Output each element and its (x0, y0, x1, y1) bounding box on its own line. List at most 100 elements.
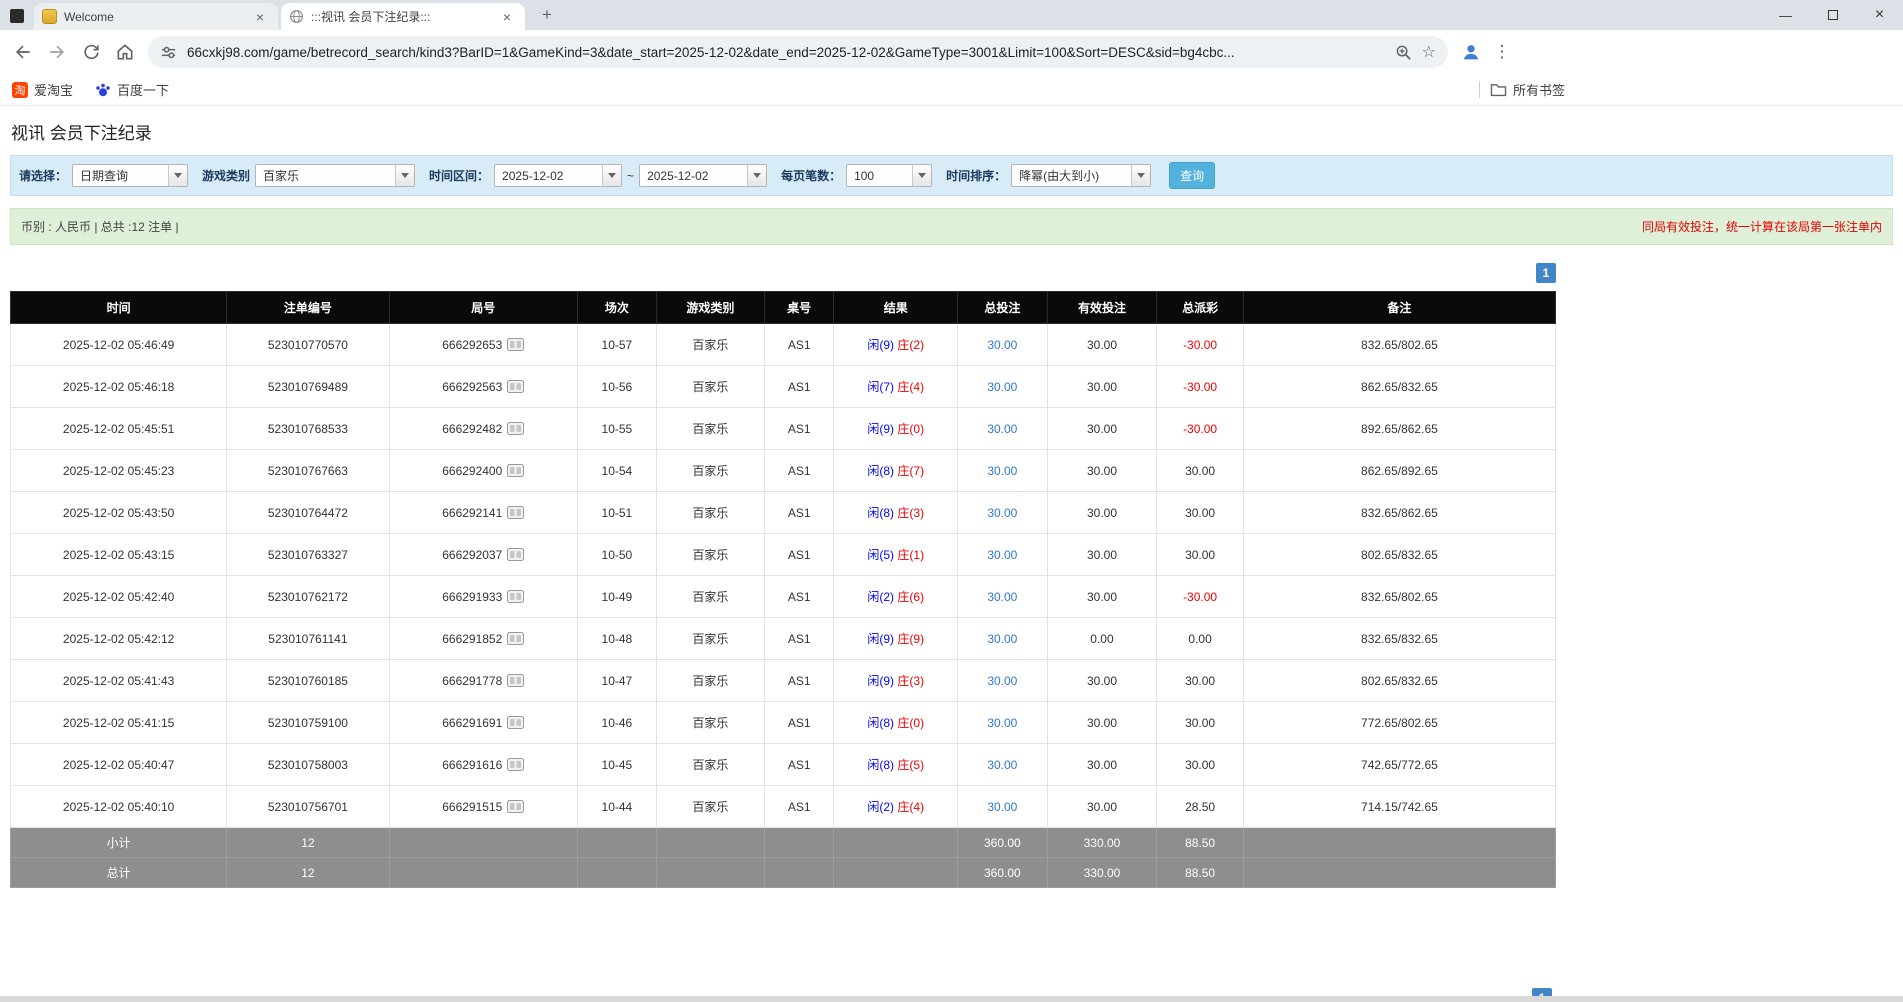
cell-total-bet[interactable]: 30.00 (958, 534, 1048, 576)
round-detail-icon[interactable] (507, 632, 524, 645)
cell-table: AS1 (764, 576, 834, 618)
all-bookmarks-label: 所有书签 (1513, 80, 1565, 99)
cell-total-bet[interactable]: 30.00 (958, 786, 1048, 828)
back-icon[interactable] (6, 35, 40, 69)
cell-bet-id: 523010767663 (227, 450, 389, 492)
cell-note: 832.65/832.65 (1243, 618, 1555, 660)
cell-game: 百家乐 (656, 576, 764, 618)
cell-table: AS1 (764, 324, 834, 366)
cell-game: 百家乐 (656, 786, 764, 828)
round-detail-icon[interactable] (507, 674, 524, 687)
cell-total-bet[interactable]: 30.00 (958, 660, 1048, 702)
browser-menu-icon[interactable]: ⋮ (1488, 42, 1516, 62)
round-detail-icon[interactable] (507, 422, 524, 435)
address-bar[interactable]: 66cxkj98.com/game/betrecord_search/kind3… (148, 36, 1448, 68)
close-button[interactable]: × (1856, 0, 1903, 30)
cell-total-bet[interactable]: 30.00 (958, 492, 1048, 534)
query-type-select[interactable]: 日期查询 (72, 164, 188, 187)
cell-session: 10-56 (578, 366, 657, 408)
round-detail-icon[interactable] (507, 548, 524, 561)
forward-icon[interactable] (40, 35, 74, 69)
round-detail-icon[interactable] (507, 338, 524, 351)
bookmarks-bar: 淘 爱淘宝 百度一下 所有书签 (0, 74, 1903, 106)
tab-close-icon[interactable]: × (499, 10, 515, 24)
bookmark-star-icon[interactable]: ☆ (1422, 42, 1436, 62)
chevron-down-icon[interactable] (1131, 165, 1150, 186)
summary-row: 小计12360.00330.0088.50 (11, 828, 1556, 858)
cell-session: 10-45 (578, 744, 657, 786)
page-size-select[interactable]: 100 (846, 164, 932, 187)
cell-round-id: 666291852 (389, 618, 577, 660)
cell-time: 2025-12-02 05:41:15 (11, 702, 227, 744)
tab-welcome[interactable]: Welcome × (34, 3, 278, 30)
round-detail-icon[interactable] (507, 758, 524, 771)
cell-note: 862.65/892.65 (1243, 450, 1555, 492)
bet-table-head-row: 时间注单编号局号场次游戏类别桌号结果总投注有效投注总派彩备注 (11, 292, 1556, 324)
globe-favicon-icon (289, 9, 304, 24)
chevron-down-icon[interactable] (168, 165, 187, 186)
taobao-icon: 淘 (12, 82, 28, 98)
sort-select[interactable]: 降幂(由大到小) (1011, 164, 1151, 187)
sort-label: 时间排序： (946, 167, 1006, 184)
table-row: 2025-12-02 05:46:18523010769489666292563… (11, 366, 1556, 408)
profile-icon[interactable] (1454, 35, 1488, 69)
round-detail-icon[interactable] (507, 464, 524, 477)
round-detail-icon[interactable] (507, 800, 524, 813)
horizontal-scrollbar[interactable] (0, 996, 1903, 1002)
all-bookmarks-button[interactable]: 所有书签 (1490, 80, 1565, 99)
cell-total-bet[interactable]: 30.00 (958, 576, 1048, 618)
search-button[interactable]: 查询 (1169, 162, 1215, 189)
summary-cell (1243, 828, 1555, 858)
new-tab-button[interactable]: + (535, 5, 559, 25)
bet-records-table: 时间注单编号局号场次游戏类别桌号结果总投注有效投注总派彩备注 2025-12-0… (10, 291, 1556, 888)
round-detail-icon[interactable] (507, 716, 524, 729)
date-start-select[interactable]: 2025-12-02 (494, 164, 622, 187)
round-detail-icon[interactable] (507, 506, 524, 519)
minimize-button[interactable]: — (1762, 0, 1809, 30)
cell-result: 闲(8) 庄(0) (834, 702, 958, 744)
tab-title: Welcome (64, 10, 245, 24)
summary-cell (656, 858, 764, 888)
url-text[interactable]: 66cxkj98.com/game/betrecord_search/kind3… (187, 45, 1385, 60)
tab-close-icon[interactable]: × (252, 10, 268, 24)
game-type-select[interactable]: 百家乐 (255, 164, 415, 187)
query-type-value: 日期查询 (73, 165, 168, 186)
chevron-down-icon[interactable] (912, 165, 931, 186)
cell-total-bet[interactable]: 30.00 (958, 702, 1048, 744)
cell-total-bet[interactable]: 30.00 (958, 408, 1048, 450)
chevron-down-icon[interactable] (395, 165, 414, 186)
cell-table: AS1 (764, 366, 834, 408)
date-end-select[interactable]: 2025-12-02 (639, 164, 767, 187)
reload-icon[interactable] (74, 35, 108, 69)
home-icon[interactable] (108, 35, 142, 69)
date-start-value: 2025-12-02 (495, 165, 602, 186)
cell-payout: 30.00 (1157, 702, 1244, 744)
cell-total-bet[interactable]: 30.00 (958, 450, 1048, 492)
cell-total-bet[interactable]: 30.00 (958, 618, 1048, 660)
cell-session: 10-49 (578, 576, 657, 618)
cell-time: 2025-12-02 05:42:40 (11, 576, 227, 618)
game-type-label: 游戏类别 (202, 167, 250, 184)
summary-bar: 币别 : 人民币 | 总共 :12 注单 | 同局有效投注，统一计算在该局第一张… (10, 208, 1893, 245)
bookmark-baidu[interactable]: 百度一下 (95, 80, 169, 99)
chevron-down-icon[interactable] (747, 165, 766, 186)
round-detail-icon[interactable] (507, 380, 524, 393)
sort-value: 降幂(由大到小) (1012, 165, 1131, 186)
cell-table: AS1 (764, 534, 834, 576)
cell-payout: 30.00 (1157, 534, 1244, 576)
table-row: 2025-12-02 05:46:49523010770570666292653… (11, 324, 1556, 366)
cell-round-id: 666292400 (389, 450, 577, 492)
table-row: 2025-12-02 05:41:43523010760185666291778… (11, 660, 1556, 702)
site-controls-icon[interactable] (160, 44, 177, 61)
chevron-down-icon[interactable] (602, 165, 621, 186)
bookmark-taobao[interactable]: 淘 爱淘宝 (12, 80, 73, 99)
cell-total-bet[interactable]: 30.00 (958, 324, 1048, 366)
page-number-button[interactable]: 1 (1536, 263, 1556, 283)
cell-total-bet[interactable]: 30.00 (958, 366, 1048, 408)
cell-total-bet[interactable]: 30.00 (958, 744, 1048, 786)
zoom-icon[interactable] (1395, 44, 1412, 61)
cell-valid-bet: 30.00 (1047, 702, 1157, 744)
tab-betrecord[interactable]: :::视讯 会员下注纪录::: × (281, 3, 525, 30)
round-detail-icon[interactable] (507, 590, 524, 603)
maximize-button[interactable] (1809, 0, 1856, 30)
